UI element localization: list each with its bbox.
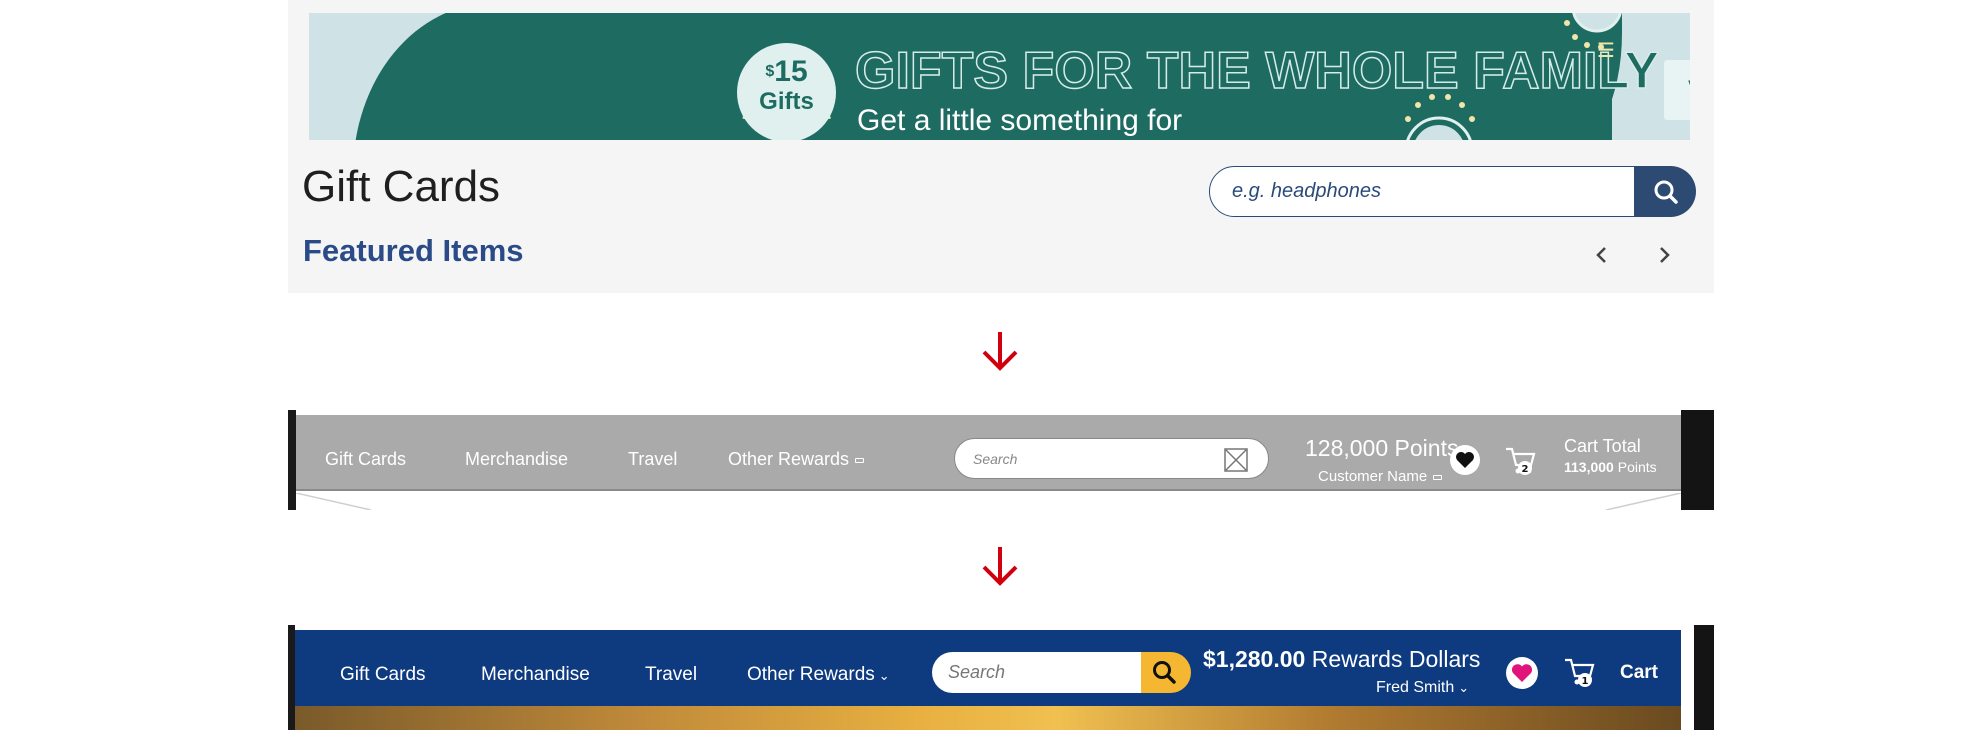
featured-items-heading: Featured Items [303,233,524,268]
search-input[interactable] [932,652,1142,693]
frame-edge-right [1694,625,1714,730]
sun-decoration-top-icon [1564,13,1622,50]
frame-edge-right [1681,410,1714,510]
frame-edge-left [288,625,295,730]
down-arrow-icon [982,332,1018,371]
chevron-down-icon: ⌄ [878,668,890,683]
dropdown-placeholder-icon [855,457,865,463]
dropdown-placeholder-icon [1433,474,1443,480]
customer-name-dropdown[interactable]: Customer Name [1318,468,1443,485]
chevron-down-icon: ⌄ [1458,680,1470,695]
blue-header-panel: Gift Cards Merchandise Travel Other Rewa… [288,625,1714,730]
nav-item-gift-cards[interactable]: Gift Cards [340,664,426,686]
carousel-next-button[interactable] [1649,240,1679,270]
search-placeholder-icon[interactable] [1224,448,1248,472]
nav-bar: Gift Cards Merchandise Travel Other Rewa… [295,630,1681,706]
page-title: Gift Cards [302,162,501,211]
nav-bar: Gift Cards Merchandise Travel Other Rewa… [296,415,1681,491]
sun-decoration-icon [1405,94,1475,140]
nav-item-other-rewards-label: Other Rewards [728,449,850,469]
gray-header-panel: Gift Cards Merchandise Travel Other Rewa… [288,410,1714,510]
cart-total-points-label: Points [1617,459,1657,475]
nav-item-gift-cards[interactable]: Gift Cards [325,449,406,470]
view-items-button[interactable]: View Items [1664,60,1690,120]
cart-badge: 2 [1522,464,1529,475]
banner-subtitle: Get a little something for everyone [857,104,1183,137]
cart-total-title: Cart Total [1564,436,1641,456]
search-bar [1209,166,1696,217]
banner-title: GIFTS FOR THE WHOLE FAMILY [854,41,1660,101]
nav-item-merchandise[interactable]: Merchandise [465,449,568,470]
cart-icon[interactable]: 2 [1504,443,1538,477]
rewards-amount: $1,280.00 [1203,646,1306,672]
nav-item-merchandise[interactable]: Merchandise [481,664,590,686]
search-input[interactable] [1209,166,1645,217]
rewards-balance: $1,280.00 Rewards Dollars [1203,646,1480,673]
heart-icon [1456,452,1474,468]
gift-cards-page-panel: • • • • • • $15 Gifts GIFTS FOR THE WHOL… [288,0,1714,293]
user-menu-dropdown[interactable]: Fred Smith ⌄ [1376,679,1469,697]
wishlist-button[interactable] [1450,445,1480,475]
hero-image-sunset [295,706,1681,730]
nav-item-other-rewards[interactable]: Other Rewards ⌄ [747,664,890,686]
badge-currency: $ [765,63,775,80]
header-shadow-lines [296,493,1681,510]
badge-label: Gifts [759,88,814,115]
customer-name: Customer Name [1318,468,1428,485]
wishlist-button[interactable] [1506,657,1538,689]
points-value: 128,000 [1305,435,1389,461]
cart-badge: 1 [1582,676,1589,687]
rewards-label: Rewards Dollars [1311,646,1481,672]
user-name: Fred Smith [1376,679,1455,696]
chevron-right-icon [1660,247,1670,263]
gift-amount-badge: $15 Gifts [737,43,836,140]
promo-banner[interactable]: • • • • • • $15 Gifts GIFTS FOR THE WHOL… [309,13,1690,140]
search-button[interactable] [1634,166,1696,217]
cart-icon[interactable]: 1 [1563,654,1597,688]
frame-edge-left [288,410,296,510]
cart-link[interactable]: Cart [1620,662,1658,684]
search-input[interactable] [954,438,1269,479]
carousel-prev-button[interactable] [1587,240,1617,270]
badge-amount: 15 [774,55,808,88]
nav-item-travel[interactable]: Travel [628,449,677,470]
cart-total[interactable]: Cart Total 113,000 Points [1564,435,1657,477]
search-icon [1153,661,1176,684]
search-icon [1654,180,1678,204]
down-arrow-icon [982,547,1018,586]
nav-item-other-rewards-label: Other Rewards [747,664,875,685]
nav-item-travel[interactable]: Travel [645,664,697,686]
stage: • • • • • • $15 Gifts GIFTS FOR THE WHOL… [0,0,1981,730]
search-button[interactable] [1141,652,1191,693]
chevron-left-icon [1596,247,1606,263]
points-balance: 128,000 Points [1305,435,1458,462]
nav-item-other-rewards[interactable]: Other Rewards [728,449,865,470]
points-label: Points [1394,435,1459,461]
heart-icon [1511,664,1533,682]
cart-total-points: 113,000 [1564,459,1614,475]
